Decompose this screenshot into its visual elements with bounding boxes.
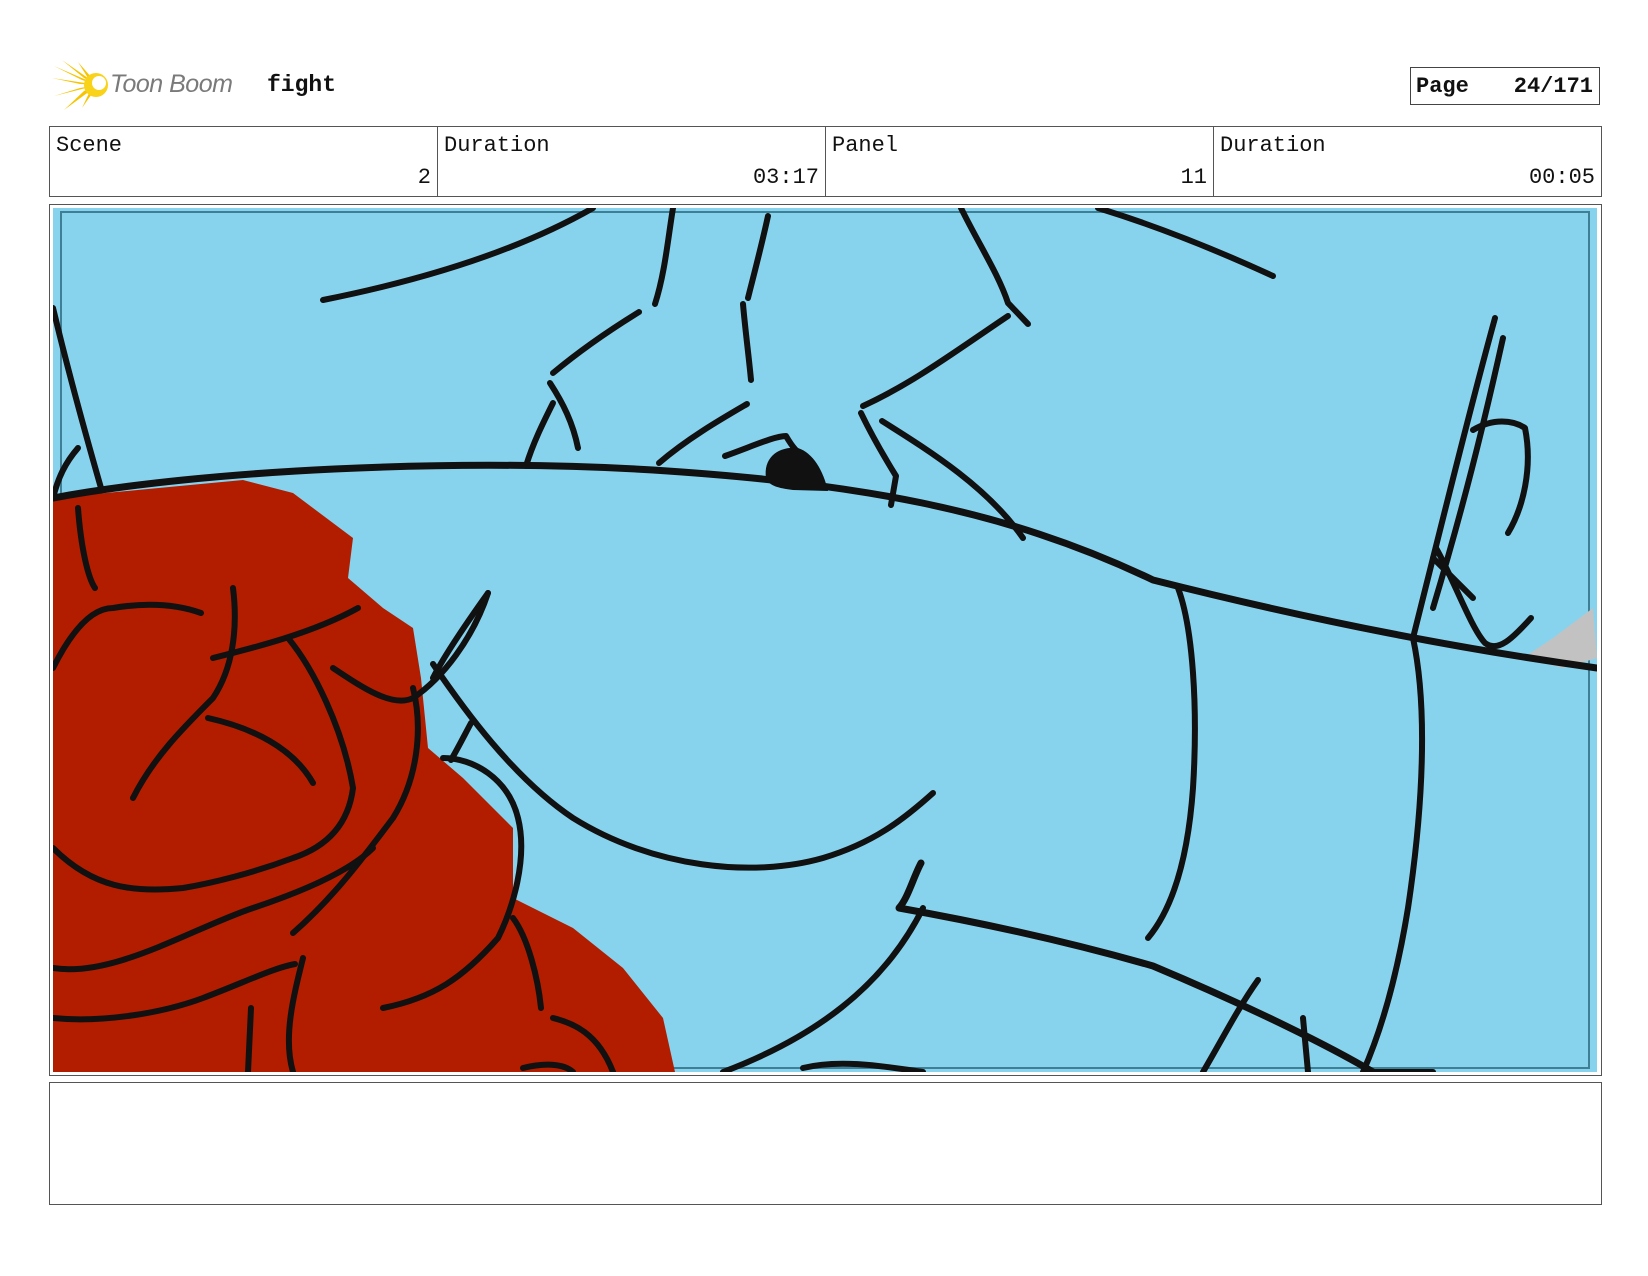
panel-cell: Panel 11 — [826, 127, 1214, 196]
panel-drawing — [53, 208, 1597, 1072]
scene-duration-cell: Duration 03:17 — [438, 127, 826, 196]
scene-label: Scene — [56, 133, 123, 158]
scene-duration-label: Duration — [444, 133, 550, 158]
page-indicator: Page 24/171 — [1410, 67, 1600, 105]
panel-value: 11 — [1180, 165, 1207, 190]
panel-duration-label: Duration — [1220, 133, 1326, 158]
toon-boom-star-icon — [52, 60, 108, 110]
panel-info-table: Scene 2 Duration 03:17 Panel 11 Duration… — [49, 126, 1602, 197]
scene-value: 2 — [417, 165, 431, 190]
storyboard-panel — [49, 204, 1602, 1076]
page-number: 24/171 — [1513, 73, 1593, 99]
panel-duration-cell: Duration 00:05 — [1214, 127, 1601, 196]
logo-text: Toon Boom — [110, 70, 233, 98]
project-title: fight — [267, 72, 337, 98]
panel-label: Panel — [832, 133, 899, 158]
panel-duration-value: 00:05 — [1528, 165, 1595, 190]
scene-cell: Scene 2 — [50, 127, 438, 196]
scene-duration-value: 03:17 — [752, 165, 819, 190]
panel-notes — [49, 1082, 1602, 1205]
page-label: Page — [1416, 73, 1469, 99]
